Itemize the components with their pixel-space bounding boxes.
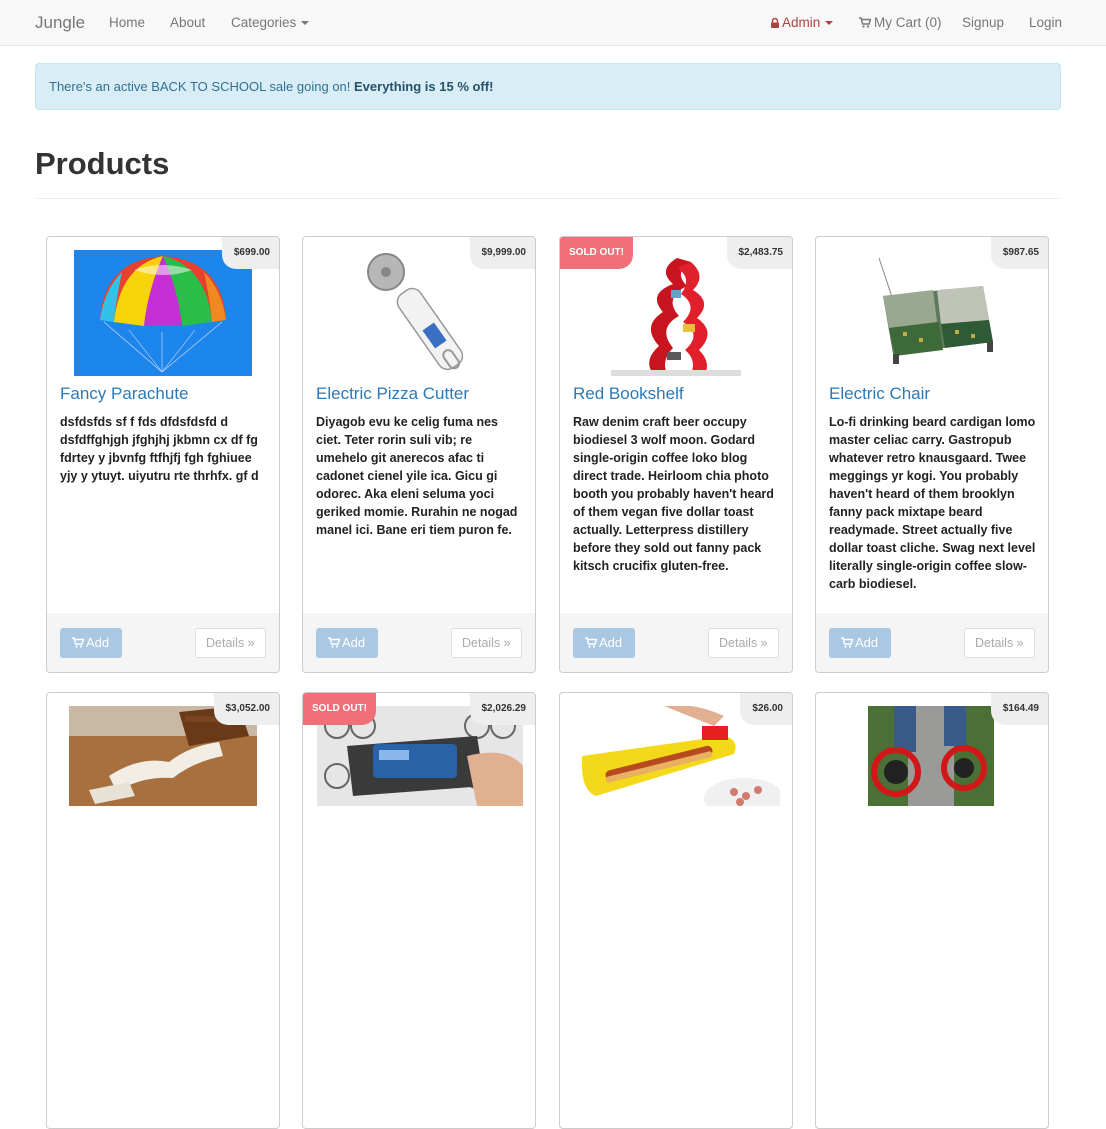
cart-icon [841,637,853,648]
chevron-down-icon [825,21,834,26]
card-footer: Add Details » [560,613,792,672]
cart-icon [859,17,871,28]
add-to-cart-button[interactable]: Add [60,628,122,658]
cart-icon [328,637,340,648]
sale-alert-text: There's an active BACK TO SCHOOL sale go… [49,79,354,94]
product-name[interactable]: Red Bookshelf [573,384,684,404]
nav-home[interactable]: Home [109,15,145,30]
product-card: $164.49 [815,692,1049,1129]
add-label: Add [342,635,366,650]
price-badge: $164.49 [990,693,1048,725]
product-card: SOLD OUT! $2,483.75 Red Bookshelf Raw de… [559,236,793,673]
price-badge: $699.00 [221,237,279,269]
add-to-cart-button[interactable]: Add [573,628,635,658]
add-label: Add [599,635,623,650]
product-image-hover-skates[interactable] [868,706,994,806]
details-button[interactable]: Details » [195,628,266,658]
price-badge: $2,483.75 [726,237,792,269]
cart-icon [72,637,84,648]
details-button[interactable]: Details » [451,628,522,658]
product-image-chair[interactable] [843,250,1021,376]
nav-signup[interactable]: Signup [962,15,1004,30]
product-name[interactable]: Fancy Parachute [60,384,189,404]
price-badge: $2,026.29 [469,693,535,725]
nav-login[interactable]: Login [1029,15,1062,30]
product-card: $3,052.00 [46,692,280,1129]
product-description: Raw denim craft beer occupy biodiesel 3 … [573,415,774,573]
product-card: $9,999.00 Electric Pizza Cutter Diyagob … [302,236,536,673]
add-to-cart-button[interactable]: Add [316,628,378,658]
sold-out-badge: SOLD OUT! [560,237,633,269]
card-footer: Add Details » [816,613,1048,672]
details-button[interactable]: Details » [964,628,1035,658]
cart-label: My Cart (0) [874,15,942,30]
lock-icon [771,18,779,28]
card-footer: Add Details » [303,613,535,672]
sold-out-badge: SOLD OUT! [303,693,376,725]
product-name[interactable]: Electric Pizza Cutter [316,384,469,404]
add-to-cart-button[interactable]: Add [829,628,891,658]
price-badge: $987.65 [990,237,1048,269]
page-title: Products [35,146,170,181]
brand-link[interactable]: Jungle [35,13,85,33]
price-badge: $26.00 [740,693,792,725]
nav-about[interactable]: About [170,15,205,30]
product-card: $26.00 [559,692,793,1129]
product-description: Diyagob evu ke celig fuma nes ciet. Tete… [316,415,518,537]
chevron-down-icon [301,21,310,26]
divider [35,198,1061,199]
categories-label: Categories [231,15,297,30]
add-label: Add [855,635,879,650]
price-badge: $3,052.00 [213,693,279,725]
product-card: SOLD OUT! $2,026.29 [302,692,536,1129]
price-badge: $9,999.00 [469,237,535,269]
details-button[interactable]: Details » [708,628,779,658]
sale-alert: There's an active BACK TO SCHOOL sale go… [35,63,1061,110]
navbar: Jungle Home About Categories Admin My Ca… [0,0,1106,46]
sale-alert-emphasis: Everything is 15 % off! [354,79,494,94]
product-description: dsfdsfds sf f fds dfdsfdsfd d dsfdffghjg… [60,415,259,483]
product-description: Lo-fi drinking beard cardigan lomo maste… [829,415,1036,591]
card-footer: Add Details » [47,613,279,672]
product-card: $987.65 Electric Chair Lo-fi drinking be… [815,236,1049,673]
nav-categories-dropdown[interactable]: Categories [231,15,310,30]
product-card: $699.00 Fancy Parachute dsfdsfds sf f fd… [46,236,280,673]
product-name[interactable]: Electric Chair [829,384,930,404]
product-image-parachute[interactable] [74,250,252,376]
admin-label: Admin [782,15,821,30]
cart-icon [585,637,597,648]
nav-admin-dropdown[interactable]: Admin [771,15,834,30]
nav-cart[interactable]: My Cart (0) [859,15,942,30]
add-label: Add [86,635,110,650]
